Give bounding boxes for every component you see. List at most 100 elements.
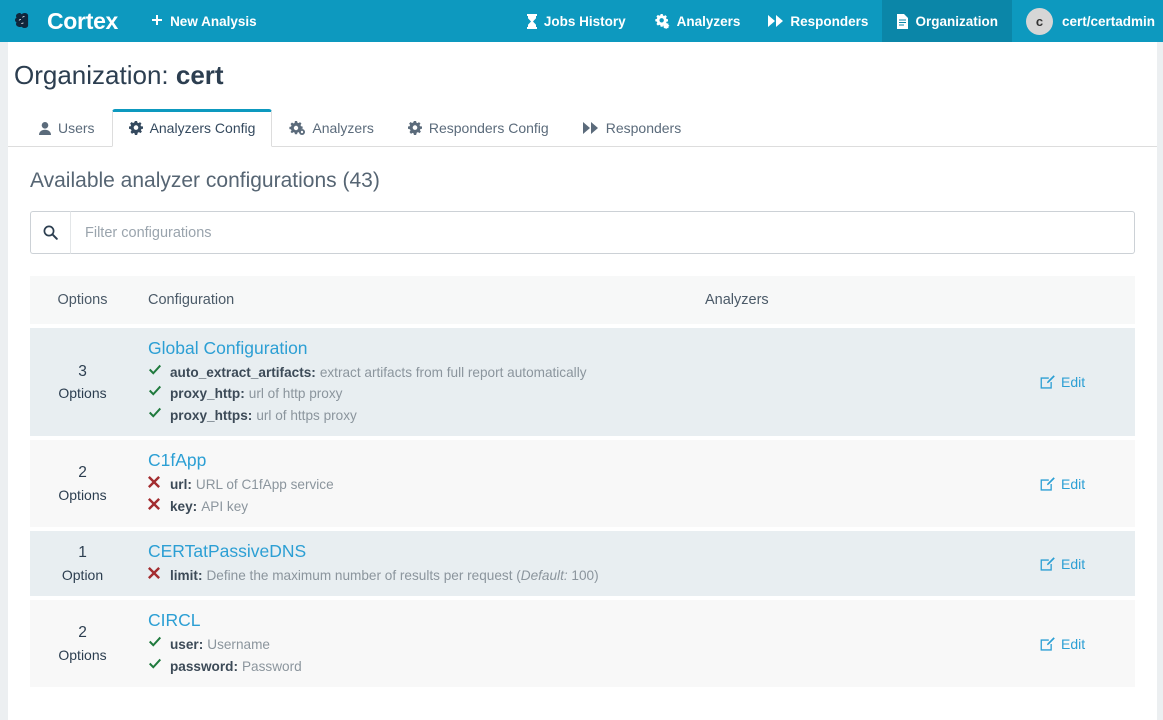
cross-icon [148, 566, 170, 579]
edit-button[interactable]: Edit [1040, 374, 1085, 390]
tab-analyzers-label: Analyzers [312, 120, 374, 136]
check-icon [148, 363, 170, 376]
table-row: 2 Options C1fApp url: URL of C1fApp service k… [30, 440, 1135, 527]
table-row: 1 Option CERTatPassiveDNS limit: Define the … [30, 530, 1135, 597]
options-count-label: Options [58, 646, 107, 663]
forward-icon [582, 122, 599, 134]
analyzers-cell [700, 531, 1040, 596]
nav-jobs-history-label: Jobs History [543, 13, 626, 29]
check-icon [148, 635, 170, 648]
forward-icon [768, 15, 784, 27]
filter-configurations-input[interactable] [70, 211, 1135, 254]
edit-button[interactable]: Edit [1040, 556, 1085, 572]
nav-user-menu[interactable]: c cert/certadmin [1012, 0, 1163, 42]
column-header-analyzers: Analyzers [705, 292, 769, 308]
options-count: 3 [78, 362, 87, 380]
nav-user-label: cert/certadmin [1061, 13, 1155, 29]
tab-responders-config[interactable]: Responders Config [391, 109, 566, 147]
option-description: URL of C1fApp service [195, 477, 334, 493]
nav-analyzers[interactable]: Analyzers [640, 0, 755, 42]
table-body: 3 Options Global Configuration auto_extract… [30, 328, 1135, 688]
gears-icon [654, 13, 671, 29]
configuration-name-link[interactable]: C1fApp [148, 450, 700, 471]
hourglass-icon [526, 13, 538, 29]
edit-button[interactable]: Edit [1040, 636, 1085, 652]
tab-analyzers-config-label: Analyzers Config [149, 120, 256, 136]
options-count-label: Options [58, 486, 107, 503]
option-name: key: [170, 498, 198, 514]
section-heading: Available analyzer configurations (43) [30, 169, 380, 192]
brand-logo[interactable]: Cortex [0, 0, 136, 42]
options-count-label: Options [58, 385, 107, 402]
check-icon [148, 384, 170, 397]
tab-users[interactable]: Users [22, 109, 112, 147]
filter-group [30, 211, 1135, 254]
configuration-name-link[interactable]: CIRCL [148, 610, 700, 631]
nav-jobs-history[interactable]: Jobs History [512, 0, 640, 42]
page-scrollbar[interactable] [1157, 42, 1163, 720]
option-description: Password [241, 658, 302, 674]
configuration-cell: C1fApp url: URL of C1fApp service key: API k… [135, 440, 700, 527]
pencil-square-icon [1040, 375, 1055, 389]
avatar: c [1025, 7, 1053, 35]
file-text-icon [896, 13, 909, 29]
pencil-square-icon [1040, 476, 1055, 491]
edit-cell: Edit [1040, 531, 1135, 596]
nav-organization-label: Organization [915, 13, 998, 29]
user-icon [39, 121, 51, 135]
option-line: password: Password [148, 657, 700, 677]
gear-icon [128, 121, 143, 135]
option-name: url: [170, 477, 192, 493]
configuration-name-link[interactable]: Global Configuration [148, 338, 700, 359]
nav-responders-label: Responders [790, 13, 869, 29]
tab-users-label: Users [58, 120, 95, 136]
brain-icon [14, 9, 44, 33]
analyzers-cell [700, 440, 1040, 527]
option-name: limit: [170, 567, 203, 583]
analyzers-cell [700, 328, 1040, 436]
edit-button[interactable]: Edit [1040, 476, 1085, 492]
main-content: Available analyzer configurations (43) O… [8, 169, 1157, 688]
pencil-square-icon [1040, 556, 1055, 571]
configuration-cell: CERTatPassiveDNS limit: Define the maximum… [135, 531, 700, 596]
option-line: limit: Define the maximum number of resul… [148, 566, 700, 586]
options-count-cell: 3 Options [30, 328, 135, 436]
options-count: 2 [78, 624, 87, 642]
page-wrapper: Organization: cert Users Analyzers Confi… [0, 42, 1163, 720]
edit-cell: Edit [1040, 600, 1135, 687]
plus-icon [150, 14, 164, 28]
nav-new-analysis[interactable]: New Analysis [136, 0, 271, 42]
nav-new-analysis-label: New Analysis [170, 13, 257, 29]
tab-bar: Users Analyzers Config Analyzers Respond… [8, 105, 1157, 147]
option-name: auto_extract_artifacts: [170, 365, 316, 380]
tab-analyzers-config[interactable]: Analyzers Config [111, 109, 273, 147]
option-description: url of https proxy [256, 407, 357, 423]
content-panel: Organization: cert Users Analyzers Confi… [8, 42, 1157, 720]
edit-cell: Edit [1040, 440, 1135, 527]
tab-responders-label: Responders [605, 120, 682, 136]
tab-responders[interactable]: Responders [566, 109, 699, 147]
tab-analyzers[interactable]: Analyzers [272, 109, 390, 147]
configuration-name-link[interactable]: CERTatPassiveDNS [148, 541, 700, 562]
option-description: Username [207, 637, 270, 653]
table-header-row: Options Configuration Analyzers [30, 276, 1135, 324]
options-count-cell: 2 Options [30, 440, 135, 527]
edit-label: Edit [1061, 555, 1086, 572]
gears-icon [289, 121, 306, 135]
analyzers-cell [700, 600, 1040, 687]
edit-label: Edit [1061, 374, 1086, 391]
nav-responders[interactable]: Responders [754, 0, 882, 42]
option-name: proxy_http: [170, 386, 245, 402]
search-icon [30, 211, 70, 254]
option-description: extract artifacts from full report autom… [319, 365, 587, 380]
navbar-right-group: Jobs History Analyzers Responders Organi… [512, 0, 1163, 42]
options-count: 1 [78, 544, 87, 562]
cross-icon [148, 475, 170, 489]
gear-icon [407, 121, 422, 135]
option-description: Define the maximum number of results per… [206, 567, 599, 583]
option-line: user: Username [148, 635, 700, 655]
brand-label: Cortex [47, 7, 119, 34]
nav-organization[interactable]: Organization [882, 0, 1012, 42]
pencil-square-icon [1040, 637, 1055, 651]
option-name: proxy_https: [170, 407, 253, 423]
